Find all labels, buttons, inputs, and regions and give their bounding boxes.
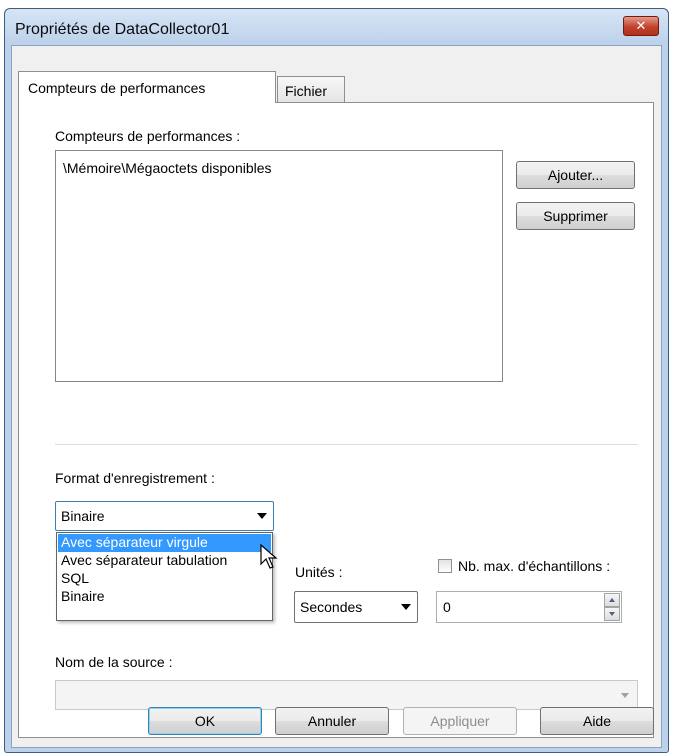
- help-button[interactable]: Aide: [540, 707, 654, 735]
- log-format-label: Format d'enregistrement :: [55, 470, 215, 486]
- tab-performance-counters[interactable]: Compteurs de performances: [18, 71, 276, 103]
- close-button[interactable]: ✕: [623, 16, 659, 36]
- max-samples-value: 0: [443, 599, 451, 615]
- ok-button[interactable]: OK: [148, 707, 262, 735]
- properties-dialog: Propriétés de DataCollector01 ✕ Compteur…: [4, 8, 669, 753]
- dialog-client-area: Compteurs de performances Fichier Compte…: [11, 45, 662, 748]
- spin-up-button[interactable]: [604, 593, 620, 607]
- remove-button[interactable]: Supprimer: [516, 202, 635, 230]
- dropdown-option-tab[interactable]: Avec séparateur tabulation: [58, 552, 271, 570]
- spin-down-button[interactable]: [604, 607, 620, 621]
- arrow-up-icon: [609, 598, 615, 602]
- chevron-down-icon: [401, 604, 411, 610]
- window-title: Propriétés de DataCollector01: [15, 21, 230, 38]
- add-button[interactable]: Ajouter...: [516, 161, 635, 189]
- units-selected: Secondes: [300, 599, 363, 615]
- max-samples-checkbox[interactable]: [438, 559, 452, 573]
- spin-buttons: [604, 593, 620, 621]
- source-name-label: Nom de la source :: [55, 654, 173, 670]
- counters-label: Compteurs de performances :: [55, 128, 241, 144]
- counters-listbox[interactable]: \Mémoire\Mégaoctets disponibles: [55, 150, 503, 382]
- source-name-select[interactable]: [55, 680, 638, 710]
- log-format-selected: Binaire: [61, 508, 105, 524]
- cancel-button[interactable]: Annuler: [275, 707, 389, 735]
- mouse-cursor-icon: [260, 544, 278, 569]
- max-samples-label: Nb. max. d'échantillons :: [458, 558, 611, 574]
- tab-file[interactable]: Fichier: [277, 76, 345, 104]
- chevron-down-icon: [257, 513, 267, 519]
- title-bar[interactable]: Propriétés de DataCollector01 ✕: [5, 9, 668, 45]
- apply-button[interactable]: Appliquer: [403, 707, 517, 735]
- max-samples-input[interactable]: 0: [436, 591, 622, 623]
- section-divider: [55, 444, 638, 445]
- list-item[interactable]: \Mémoire\Mégaoctets disponibles: [63, 160, 272, 176]
- log-format-dropdown: Avec séparateur virgule Avec séparateur …: [56, 532, 273, 621]
- units-select[interactable]: Secondes: [294, 591, 418, 623]
- dropdown-option-sql[interactable]: SQL: [58, 570, 271, 588]
- chevron-down-icon: [621, 693, 629, 698]
- dropdown-option-comma[interactable]: Avec séparateur virgule: [58, 534, 271, 552]
- dropdown-option-binary[interactable]: Binaire: [58, 588, 271, 606]
- arrow-down-icon: [609, 612, 615, 616]
- units-label: Unités :: [295, 564, 343, 580]
- log-format-select[interactable]: Binaire: [55, 501, 274, 531]
